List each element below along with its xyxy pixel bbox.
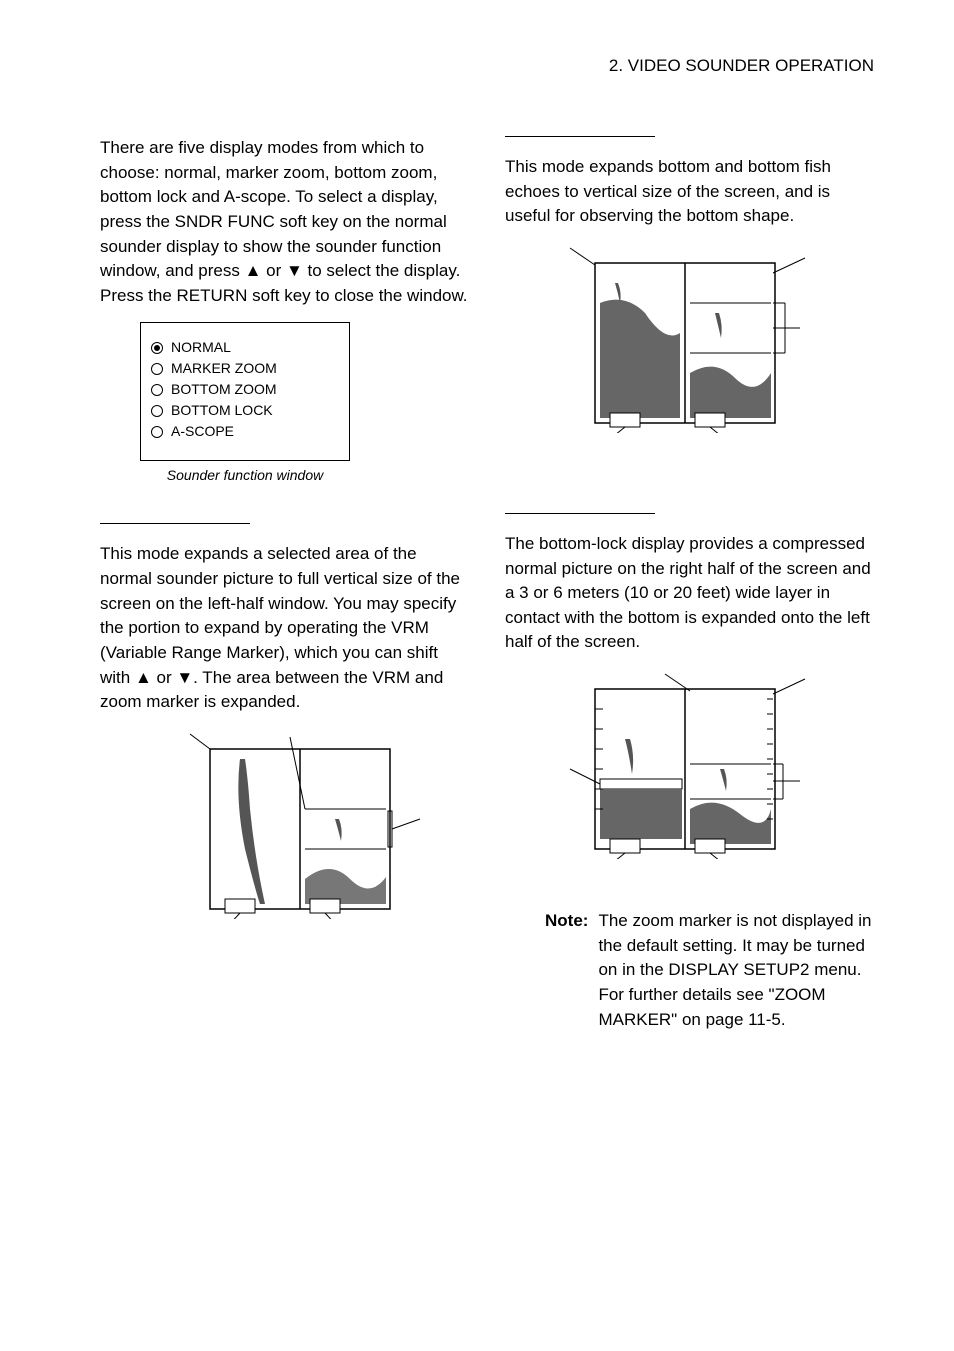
marker-zoom-body: This mode expands a selected area of the… xyxy=(100,542,469,714)
radio-label: MARKER ZOOM xyxy=(171,358,277,379)
section-rule xyxy=(505,513,655,514)
radio-row: A-SCOPE xyxy=(151,421,337,442)
radio-caption: Sounder function window xyxy=(100,467,390,483)
radio-icon xyxy=(151,384,163,396)
bottom-lock-diagram xyxy=(535,669,835,879)
bottom-zoom-body: This mode expands bottom and bottom fish… xyxy=(505,155,874,229)
radio-label: BOTTOM LOCK xyxy=(171,400,273,421)
bottom-lock-body: The bottom-lock display provides a compr… xyxy=(505,532,874,655)
radio-icon xyxy=(151,426,163,438)
intro-paragraph: There are five display modes from which … xyxy=(100,136,469,308)
two-column-layout: There are five display modes from which … xyxy=(100,136,874,1032)
left-column: There are five display modes from which … xyxy=(100,136,469,1032)
right-column: This mode expands bottom and bottom fish… xyxy=(505,136,874,1032)
radio-label: BOTTOM ZOOM xyxy=(171,379,277,400)
radio-label: A-SCOPE xyxy=(171,421,234,442)
marker-zoom-diagram xyxy=(150,729,450,939)
radio-icon xyxy=(151,405,163,417)
radio-icon xyxy=(151,342,163,354)
section-rule xyxy=(100,523,250,524)
radio-row: BOTTOM ZOOM xyxy=(151,379,337,400)
chapter-header: 2. VIDEO SOUNDER OPERATION xyxy=(100,56,874,76)
note-body: The zoom marker is not displayed in the … xyxy=(598,909,874,1032)
sounder-func-window: NORMAL MARKER ZOOM BOTTOM ZOOM BOTTOM LO… xyxy=(140,322,350,461)
note-label: Note: xyxy=(545,909,588,1032)
radio-icon xyxy=(151,363,163,375)
radio-row: MARKER ZOOM xyxy=(151,358,337,379)
radio-label: NORMAL xyxy=(171,337,231,358)
bottom-zoom-diagram xyxy=(535,243,835,453)
note-block: Note: The zoom marker is not displayed i… xyxy=(545,909,874,1032)
radio-row: BOTTOM LOCK xyxy=(151,400,337,421)
section-rule xyxy=(505,136,655,137)
radio-row: NORMAL xyxy=(151,337,337,358)
